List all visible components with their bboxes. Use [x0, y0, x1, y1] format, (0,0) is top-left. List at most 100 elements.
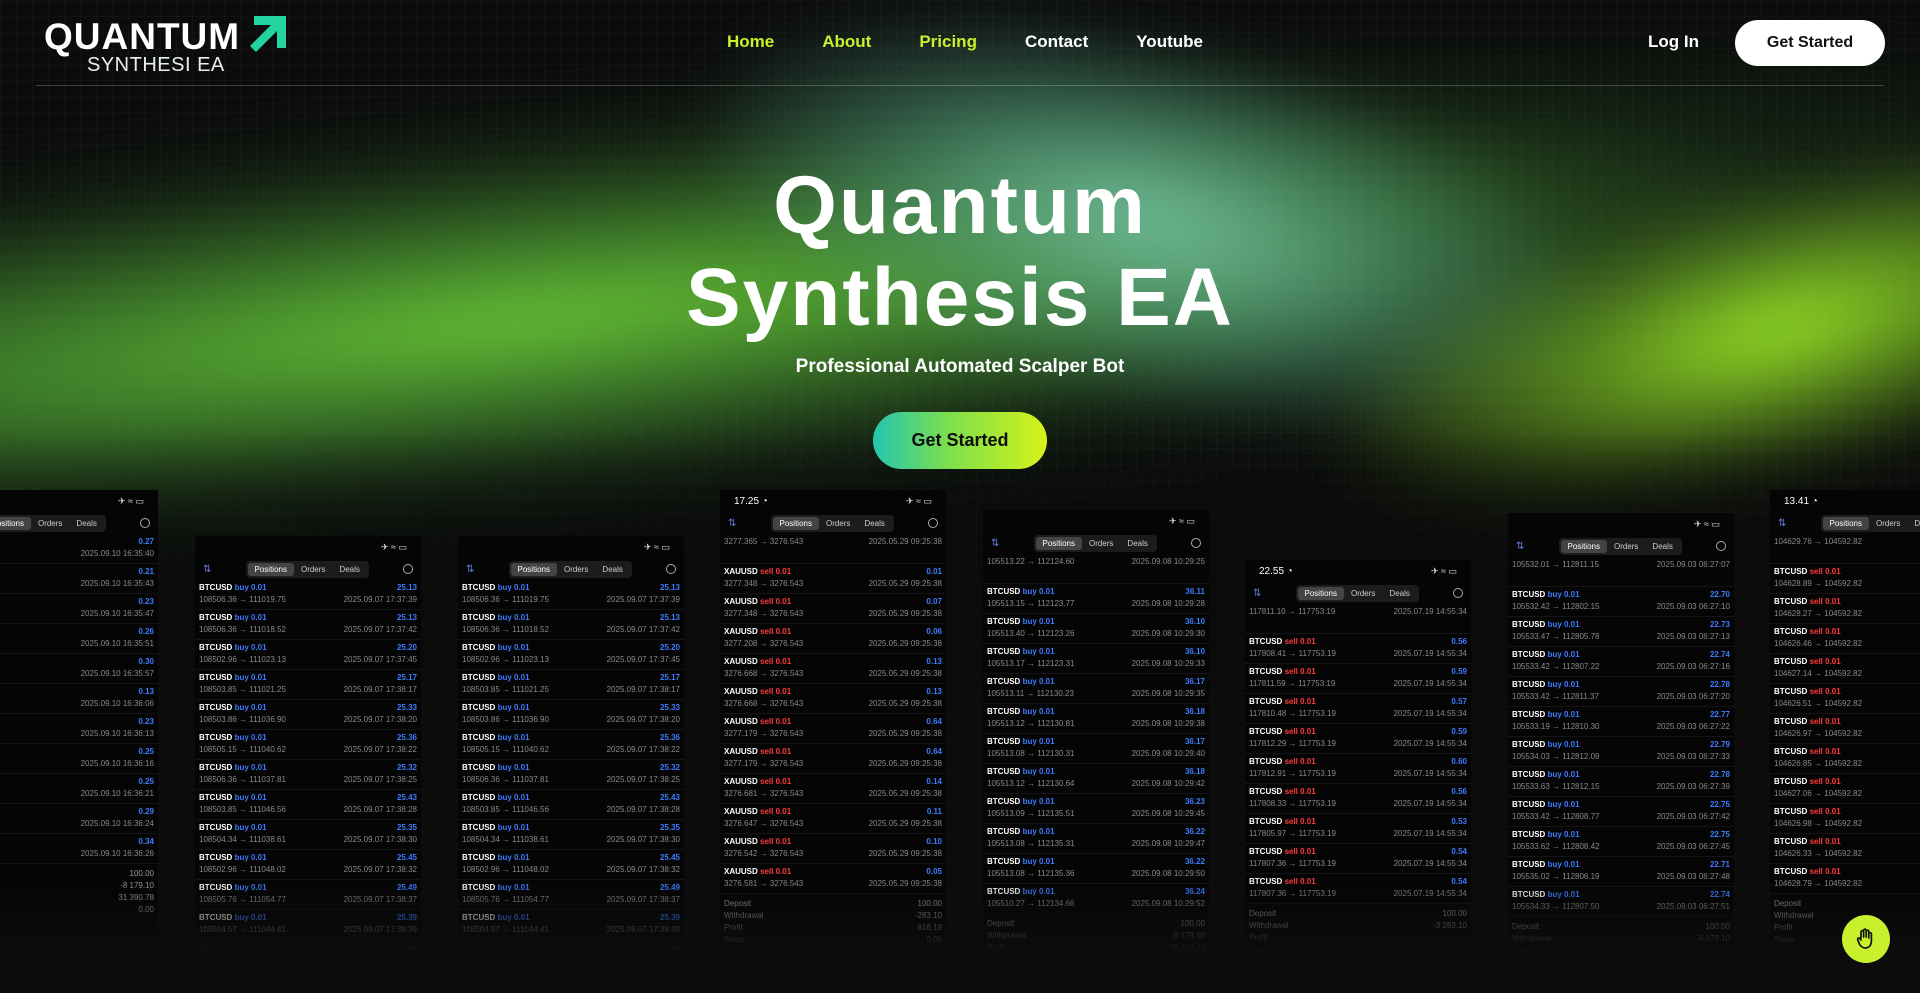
trade-profit: 0.56 — [1451, 637, 1467, 646]
phone-tab-deals: Deals — [1127, 538, 1148, 548]
phone-tabs: Positions Orders Deals — [508, 560, 632, 578]
trade-symbol-side: BTCUSD buy 0.01 — [199, 792, 267, 804]
trade-row: BTCUSD buy 0.01 36.17 105513.11 → 112130.2… — [983, 674, 1209, 704]
trade-row-line2: 117810.48 → 117753.19 2025.07.19 14:55:34 — [1249, 708, 1467, 720]
brand-logo[interactable]: QUANTUM SYNTHESI EA — [44, 12, 294, 78]
nav-pricing[interactable]: Pricing — [919, 32, 977, 52]
trade-symbol-side: XAUUSD sell 0.01 — [724, 716, 791, 728]
phone-tab-deals: Deals — [1389, 588, 1410, 598]
trade-row-line1: XAUUSD sell 0.01 0.01 — [724, 566, 942, 578]
main-menu: Home About Pricing Contact Youtube — [727, 32, 1251, 52]
trade-price: 105532.01 → 112811.15 — [1512, 560, 1599, 569]
phone-tab-orders: Orders — [300, 564, 326, 574]
trade-row-line2: 104626.46 → 104592.82 — [1774, 638, 1920, 650]
trade-symbol-side: BTCUSD buy 0.01 — [199, 582, 267, 594]
trade-row: BTCUSD sell 0.01 0.54 117807.36 → 117753.1… — [1245, 844, 1471, 874]
trade-symbol-side: BTCUSD buy 0.01 — [199, 702, 267, 714]
trade-symbol-side: BTCUSD buy 0.01 — [199, 852, 267, 864]
trade-row: BTCUSD sell 0.01 0.59 117812.29 → 117753.1… — [1245, 724, 1471, 754]
trade-side: buy 0.01 — [1547, 860, 1580, 869]
trade-row-line2: 2025.09.10 16:35:57 — [0, 668, 154, 680]
history-icon — [665, 564, 676, 574]
trade-symbol-side: BTCUSD sell 0.01 — [1249, 816, 1316, 828]
trade-symbol-side: BTCUSD sell 0.01 — [1774, 626, 1841, 638]
trade-row-line1: 0.21 — [0, 566, 154, 578]
phone-tab-positions: Positions — [510, 562, 557, 576]
trade-row: BTCUSD sell 0.01 104628.27 → 104592.82 — [1770, 594, 1920, 624]
trade-date: 2025.09.07 17:37:42 — [343, 625, 417, 634]
phone-tab-positions: Positions — [0, 516, 31, 530]
nav-get-started-button[interactable]: Get Started — [1735, 20, 1885, 66]
trade-profit: 25.33 — [396, 703, 417, 712]
chat-widget-button[interactable] — [1842, 915, 1890, 963]
trade-side: buy 0.01 — [1022, 617, 1055, 626]
hero-get-started-button[interactable]: Get Started — [873, 412, 1047, 469]
nav-contact[interactable]: Contact — [1025, 32, 1088, 52]
trade-row: BTCUSD buy 0.01 22.74 105533.42 → 112807.2… — [1508, 647, 1734, 677]
trade-row-line1: BTCUSD sell 0.01 — [1774, 566, 1920, 578]
phone-status-icons: ✈ ≈ ▭ — [1431, 565, 1457, 576]
trade-date: 2025.09.07 17:37:45 — [343, 655, 417, 664]
trade-date: 2025.09.10 16:35:51 — [80, 639, 154, 648]
phone-status-bar: ✈ ≈ ▭ — [0, 490, 158, 512]
trade-row: BTCUSD buy 0.01 25.43 108503.85 → 111046.5… — [195, 790, 421, 820]
trade-symbol: BTCUSD — [199, 583, 235, 592]
trade-row: BTCUSD buy 0.01 25.35 108504.34 → 111038.6… — [458, 820, 684, 850]
trade-profit: 0.26 — [138, 627, 154, 636]
trade-row-line1: BTCUSD buy 0.01 25.13 — [462, 612, 680, 624]
trade-row-line1: BTCUSD buy 0.01 36.18 — [987, 706, 1205, 718]
trade-row-line1: XAUUSD sell 0.01 0.11 — [724, 806, 942, 818]
trade-date: 2025.07.19 14:55:34 — [1393, 709, 1467, 718]
trade-symbol-side: BTCUSD buy 0.01 — [987, 766, 1055, 778]
trade-side: buy 0.01 — [1547, 710, 1580, 719]
trade-price: 117810.48 → 117753.19 — [1249, 709, 1336, 718]
trade-price: 3276.681 → 3276.543 — [724, 789, 804, 798]
trade-date: 2025.09.03 06:27:10 — [1656, 602, 1730, 611]
login-link[interactable]: Log In — [1648, 32, 1699, 52]
trade-profit: 25.13 — [396, 613, 417, 622]
trade-symbol-side: BTCUSD buy 0.01 — [462, 672, 530, 684]
trade-row: 0.21 2025.09.10 16:35:43 — [0, 564, 158, 594]
trade-symbol: BTCUSD — [987, 857, 1023, 866]
trade-date: 2025.05.29 09:25:38 — [868, 699, 942, 708]
nav-youtube[interactable]: Youtube — [1136, 32, 1203, 52]
trade-profit: 25.13 — [396, 583, 417, 592]
trade-row-line2: 105534.03 → 112812.09 2025.09.03 06:27:33 — [1512, 751, 1730, 763]
trade-row-line2: 108504.34 → 111038.61 2025.09.07 17:38:30 — [462, 834, 680, 846]
phone-tabs-row: ⇅ Positions Orders Deals — [195, 558, 421, 580]
trade-row-line1: BTCUSD buy 0.01 25.36 — [462, 732, 680, 744]
trade-profit: 0.59 — [1451, 727, 1467, 736]
trade-price: 105533.42 → 112807.22 — [1512, 662, 1600, 671]
trade-side: sell 0.01 — [1284, 637, 1316, 646]
top-navbar: QUANTUM SYNTHESI EA Home About Pricing C… — [0, 0, 1920, 86]
trade-symbol: BTCUSD — [1249, 757, 1285, 766]
trade-row-line1: 0.25 — [0, 776, 154, 788]
trade-price: 117812.29 → 117753.19 — [1249, 739, 1336, 748]
trade-row-line2: 105533.62 → 112808.42 2025.09.03 06:27:45 — [1512, 841, 1730, 853]
trade-date: 2025.05.29 09:25:38 — [868, 579, 942, 588]
trade-row: BTCUSD sell 0.01 0.53 117805.97 → 117753.1… — [1245, 814, 1471, 844]
trade-row: BTCUSD buy 0.01 36.18 105513.12 → 112130.6… — [983, 764, 1209, 794]
trade-row-line2: 105513.11 → 112130.23 2025.09.08 10:29:35 — [987, 688, 1205, 700]
trade-row-line2: 3276.668 → 3276.543 2025.05.29 09:25:38 — [724, 668, 942, 680]
trade-date: 2025.09.07 17:37:39 — [343, 595, 417, 604]
trade-price: 108503.86 → 111036.90 — [199, 715, 286, 724]
nav-home[interactable]: Home — [727, 32, 774, 52]
trade-row-line2: 3277.179 → 3276.543 2025.05.29 09:25:38 — [724, 758, 942, 770]
trade-row-line1: BTCUSD buy 0.01 22.79 — [1512, 739, 1730, 751]
trade-profit: 0.25 — [138, 747, 154, 756]
trade-symbol: BTCUSD — [1512, 770, 1548, 779]
phone-status-icons: ✈ ≈ ▭ — [1694, 518, 1720, 529]
trade-symbol: BTCUSD — [462, 643, 498, 652]
trade-row: BTCUSD buy 0.01 25.45 108502.96 → 111048.0… — [458, 850, 684, 880]
trade-date: 2025.05.29 09:25:38 — [868, 669, 942, 678]
trade-side: sell 0.01 — [1284, 667, 1316, 676]
trade-row-line2: 3276.668 → 3276.543 2025.05.29 09:25:38 — [724, 698, 942, 710]
trade-date: 2025.09.07 17:38:22 — [343, 745, 417, 754]
trade-date: 2025.07.19 14:55:34 — [1393, 739, 1467, 748]
nav-about[interactable]: About — [822, 32, 871, 52]
trade-side: sell 0.01 — [1809, 657, 1841, 666]
trade-row-line2: 3277.365 → 3276.543 2025.05.29 09:25:38 — [724, 536, 942, 548]
trade-date: 2025.05.29 09:25:38 — [868, 819, 942, 828]
hand-icon — [1856, 928, 1873, 949]
